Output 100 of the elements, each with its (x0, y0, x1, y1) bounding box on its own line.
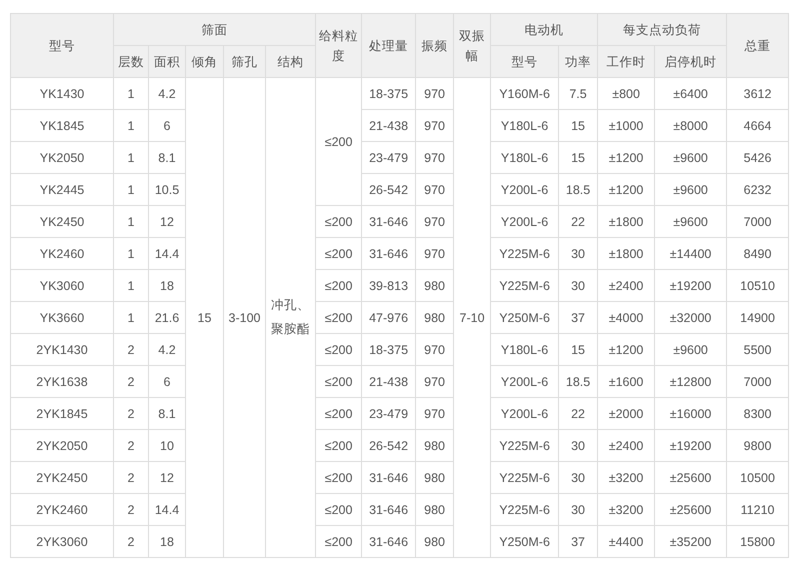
column-header: 筛孔 (224, 46, 266, 78)
table-cell: 31-646 (362, 494, 416, 526)
table-cell: 26-542 (362, 174, 416, 206)
table-cell: 2 (114, 430, 148, 462)
table-cell: ≤200 (316, 270, 362, 302)
table-cell: ±9600 (654, 334, 727, 366)
table-cell: Y225M-6 (490, 462, 559, 494)
table-cell: Y200L-6 (490, 366, 559, 398)
table-cell: 23-479 (362, 398, 416, 430)
table-cell: ≤200 (316, 526, 362, 558)
table-cell: 47-976 (362, 302, 416, 334)
table-cell: ±19200 (654, 270, 727, 302)
table-cell: 2 (114, 526, 148, 558)
table-cell: 2 (114, 366, 148, 398)
table-cell: YK3060 (10, 270, 114, 302)
table-cell: 7000 (726, 206, 789, 238)
table-cell: ±6400 (654, 78, 727, 110)
table-cell: 1 (114, 110, 148, 142)
column-header: 振频 (416, 14, 454, 78)
table-cell: ±9600 (654, 174, 727, 206)
column-header: 筛面 (114, 14, 316, 46)
table-cell: ±1600 (598, 366, 655, 398)
table-cell: Y250M-6 (490, 526, 559, 558)
table-cell: ±25600 (654, 462, 727, 494)
table-cell: 9800 (726, 430, 789, 462)
table-cell: 2 (114, 494, 148, 526)
column-header: 处理量 (362, 14, 416, 78)
table-cell: ±3200 (598, 462, 655, 494)
table-cell: 1 (114, 142, 148, 174)
column-header: 电动机 (490, 14, 598, 46)
table-cell: Y180L-6 (490, 110, 559, 142)
table-cell: 31-646 (362, 462, 416, 494)
table-cell: YK1430 (10, 78, 114, 110)
table-cell: 2YK1845 (10, 398, 114, 430)
table-cell: ±19200 (654, 430, 727, 462)
table-cell: 18.5 (558, 174, 598, 206)
table-cell: 1 (114, 302, 148, 334)
table-cell: ±4000 (598, 302, 655, 334)
table-cell: 21-438 (362, 366, 416, 398)
table-cell: 22 (558, 206, 598, 238)
column-header: 面积 (148, 46, 186, 78)
table-cell: ±800 (598, 78, 655, 110)
table-cell: 23-479 (362, 142, 416, 174)
table-cell: 31-646 (362, 526, 416, 558)
table-cell: 2YK1638 (10, 366, 114, 398)
table-cell: ±1200 (598, 142, 655, 174)
table-cell: 5500 (726, 334, 789, 366)
table-cell: ±1200 (598, 174, 655, 206)
table-cell: YK2450 (10, 206, 114, 238)
table-cell: ≤200 (316, 366, 362, 398)
table-cell: ±1200 (598, 334, 655, 366)
table-cell: ±1800 (598, 206, 655, 238)
column-header: 型号 (490, 46, 559, 78)
table-cell: 8490 (726, 238, 789, 270)
table-cell: 14900 (726, 302, 789, 334)
table-cell: ±4400 (598, 526, 655, 558)
table-cell: 15 (558, 142, 598, 174)
table-cell: ≤200 (316, 206, 362, 238)
table-cell: 2YK3060 (10, 526, 114, 558)
table-cell: YK3660 (10, 302, 114, 334)
table-cell: 15 (558, 110, 598, 142)
table-cell: 冲孔、聚胺酯 (266, 78, 316, 558)
table-cell: Y250M-6 (490, 302, 559, 334)
table-cell: 970 (416, 78, 454, 110)
table-cell: 1 (114, 78, 148, 110)
table-cell: ≤200 (316, 78, 362, 206)
table-cell: 3612 (726, 78, 789, 110)
table-cell: 6232 (726, 174, 789, 206)
table-cell: 7-10 (454, 78, 491, 558)
table-cell: 15800 (726, 526, 789, 558)
table-cell: 18-375 (362, 78, 416, 110)
table-cell: Y200L-6 (490, 206, 559, 238)
table-cell: 1 (114, 270, 148, 302)
table-cell: YK2050 (10, 142, 114, 174)
table-cell: 2 (114, 398, 148, 430)
table-cell: 2 (114, 462, 148, 494)
table-cell: ±25600 (654, 494, 727, 526)
table-cell: Y225M-6 (490, 238, 559, 270)
column-header: 启停机时 (654, 46, 727, 78)
table-cell: ≤200 (316, 334, 362, 366)
table-cell: ±1000 (598, 110, 655, 142)
table-cell: 15 (558, 334, 598, 366)
table-cell: ≤200 (316, 430, 362, 462)
table-cell: 18.5 (558, 366, 598, 398)
table-cell: 10500 (726, 462, 789, 494)
table-cell: ±12800 (654, 366, 727, 398)
table-cell: ±2000 (598, 398, 655, 430)
table-cell: 22 (558, 398, 598, 430)
table-cell: Y225M-6 (490, 494, 559, 526)
table-cell: ±3200 (598, 494, 655, 526)
table-cell: Y200L-6 (490, 174, 559, 206)
table-cell: 37 (558, 302, 598, 334)
column-header: 每支点动负荷 (598, 14, 727, 46)
table-cell: ≤200 (316, 494, 362, 526)
table-cell: 2YK2050 (10, 430, 114, 462)
table-cell: ±9600 (654, 206, 727, 238)
table-cell: Y180L-6 (490, 142, 559, 174)
column-header: 型号 (10, 14, 114, 78)
table-cell: 30 (558, 494, 598, 526)
column-header: 层数 (114, 46, 148, 78)
